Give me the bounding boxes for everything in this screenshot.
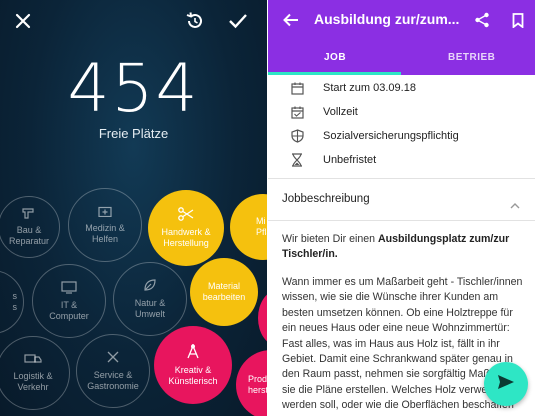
- apply-send-button[interactable]: [484, 362, 528, 406]
- hourglass-icon: [290, 153, 304, 167]
- bubble-label-line1: Natur &: [134, 298, 166, 308]
- info-text: Sozialversicherungspflichtig: [323, 130, 459, 142]
- share-icon[interactable]: [471, 9, 493, 31]
- truck-icon: [24, 353, 42, 368]
- app-bar: Ausbildung zur/zum... JOB BETRIEB: [268, 0, 535, 75]
- job-detail-screen: Ausbildung zur/zum... JOB BETRIEB Start …: [268, 0, 535, 416]
- bubble-label-line2: Computer: [49, 310, 89, 321]
- info-start-date: Start zum 03.09.18: [290, 81, 416, 95]
- info-fulltime: Vollzeit: [290, 105, 358, 119]
- bubble-label-line1: Prod: [248, 374, 267, 384]
- section-title[interactable]: Jobbeschreibung: [282, 193, 370, 205]
- intro-end-text: .: [334, 248, 338, 261]
- category-bubble-medizin[interactable]: Medizin & Helfen: [68, 188, 142, 262]
- category-bubble-logistik[interactable]: Logistik & Verkehr: [0, 336, 70, 410]
- tab-betrieb[interactable]: BETRIEB: [448, 52, 495, 63]
- leaf-icon: [143, 278, 157, 295]
- category-bubble-partial-right[interactable]: [258, 290, 267, 346]
- shield-icon: [290, 129, 304, 143]
- scissors-icon: [178, 207, 194, 224]
- category-bubble-material[interactable]: Material bearbeiten: [190, 258, 258, 326]
- chevron-up-icon[interactable]: [510, 196, 520, 214]
- back-arrow-icon[interactable]: [280, 9, 302, 31]
- bookmark-icon[interactable]: [507, 9, 529, 31]
- calendar-icon: [290, 81, 304, 95]
- bubble-label-line1: Medizin &: [85, 223, 125, 233]
- job-intro-paragraph: Wir bieten Dir einen Ausbildungsplatz zu…: [282, 232, 524, 263]
- page-title: Ausbildung zur/zum...: [314, 11, 460, 27]
- bubble-label-line2: Verkehr: [17, 382, 49, 392]
- monitor-icon: [61, 280, 77, 297]
- bubble-label-line1: Kreativ &: [174, 365, 212, 375]
- bubble-label-line2: Gastronomie: [87, 381, 139, 391]
- hammer-drill-icon: [22, 207, 36, 222]
- bubble-label-line2: bearbeiten: [202, 292, 246, 302]
- category-bubble-pflanzen[interactable]: Mi Pflanz: [230, 194, 267, 260]
- utensils-icon: [106, 350, 120, 367]
- reset-icon[interactable]: [183, 9, 207, 33]
- bubble-label-line1: Handwerk &: [161, 227, 211, 237]
- category-bubble-partial-left[interactable]: s s: [0, 270, 24, 334]
- category-bubble-natur[interactable]: Natur & Umwelt: [113, 262, 187, 336]
- close-icon[interactable]: [12, 10, 34, 32]
- send-icon: [497, 374, 515, 395]
- free-places-label: Freie Plätze: [98, 126, 169, 141]
- info-text: Vollzeit: [323, 106, 358, 118]
- intro-text: Wir bieten Dir einen: [282, 233, 378, 245]
- bubble-label-line2: Künstlerisch: [168, 376, 218, 386]
- category-bubble-handwerk[interactable]: Handwerk & Herstellung: [148, 190, 224, 266]
- free-places-count: 454: [67, 50, 200, 127]
- bubble-label-line2: Helfen: [91, 234, 118, 244]
- section-divider: [268, 178, 535, 179]
- bubble-label-line2: Pflanz: [256, 227, 267, 237]
- bubble-label-line1: Mi: [256, 216, 266, 226]
- category-bubble-kreativ[interactable]: Kreativ & Künstlerisch: [154, 326, 232, 404]
- bubble-label-line1: Material: [207, 281, 240, 291]
- info-text: Unbefristet: [323, 154, 377, 166]
- category-bubble-service[interactable]: Service & Gastronomie: [76, 334, 150, 408]
- medical-kit-icon: [98, 205, 112, 220]
- bubble-label-line1: Bau &: [16, 225, 42, 235]
- tab-indicator: [268, 72, 401, 75]
- category-bubble-it[interactable]: IT & Computer: [32, 264, 106, 338]
- section-divider: [268, 220, 535, 221]
- category-bubble-produktion[interactable]: Prod herst: [236, 350, 267, 416]
- info-insurance: Sozialversicherungspflichtig: [290, 129, 459, 143]
- tab-job[interactable]: JOB: [324, 52, 346, 63]
- bubble-label-line2: Herstellung: [163, 238, 209, 248]
- calendar-icon: [290, 105, 304, 119]
- info-text: Start zum 03.09.18: [323, 82, 416, 94]
- bubble-label-line2: herst: [248, 385, 267, 395]
- confirm-check-icon[interactable]: [226, 9, 250, 33]
- bubble-label-line2: Umwelt: [134, 309, 165, 319]
- compass-icon: [185, 343, 201, 362]
- bubble-label-line2: s: [12, 302, 18, 312]
- bubble-picker-screen: 454 Freie Plätze Bau & Reparatur Medizin…: [0, 0, 267, 416]
- bubble-label-line1: Service &: [93, 370, 133, 380]
- bubble-label-line1: Logistik &: [13, 371, 53, 381]
- bubble-label-line2: Reparatur: [8, 236, 50, 246]
- bubble-label-line1: s: [12, 291, 18, 301]
- category-bubble-bau[interactable]: Bau & Reparatur: [0, 196, 60, 258]
- info-unlimited: Unbefristet: [290, 153, 376, 167]
- bubble-label-line1: IT &: [60, 299, 78, 310]
